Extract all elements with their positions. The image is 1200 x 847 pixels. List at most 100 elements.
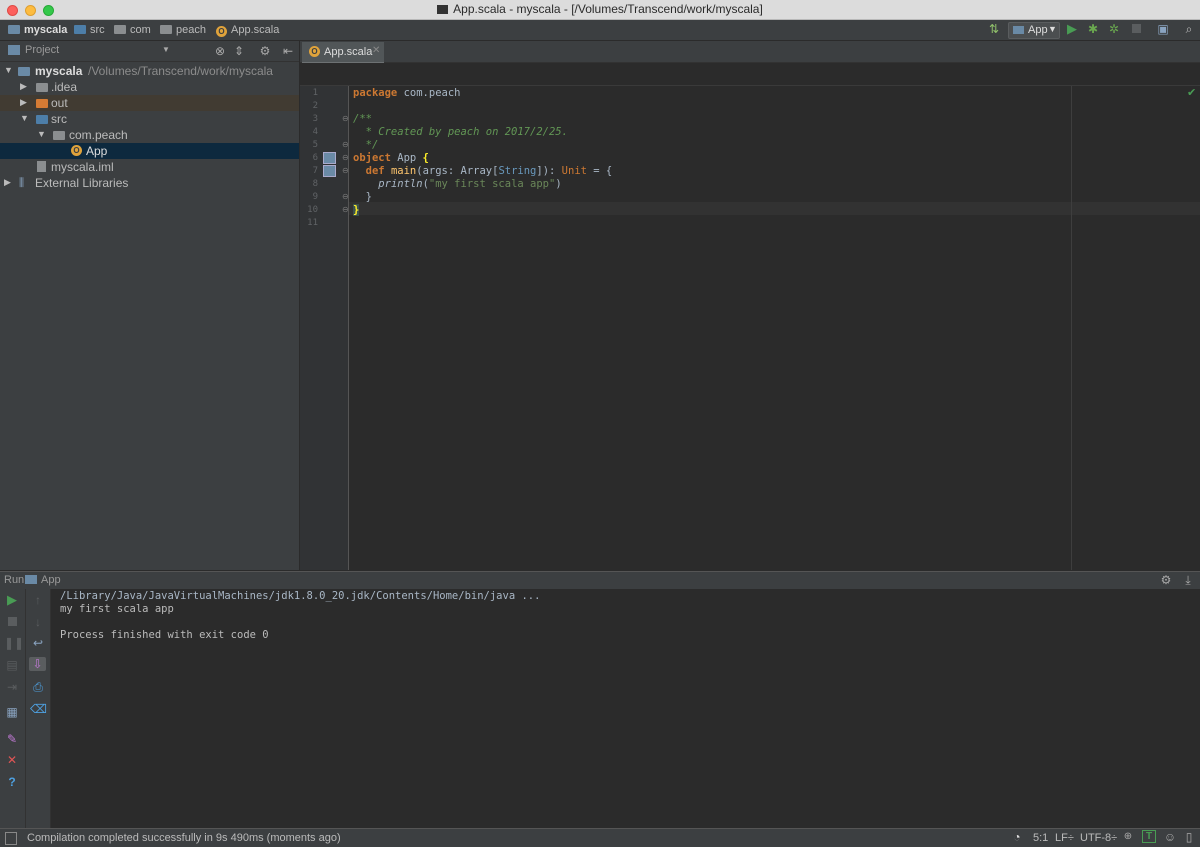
hector-icon[interactable]: ◔: [1009, 830, 1025, 844]
breadcrumb-project[interactable]: myscala: [8, 24, 67, 36]
down-arrow-icon[interactable]: ↓: [30, 615, 46, 629]
soft-wrap-icon[interactable]: ↩: [30, 636, 46, 650]
close-icon[interactable]: ✕: [4, 753, 20, 767]
code-token: com.peach: [397, 87, 461, 99]
print-icon[interactable]: ⎙: [30, 680, 46, 694]
project-structure-icon[interactable]: ▣: [1155, 22, 1171, 36]
line-number: 7: [312, 166, 318, 176]
event-log-icon[interactable]: ▯: [1181, 830, 1197, 844]
stop-icon[interactable]: [1128, 22, 1144, 36]
scroll-to-end-icon[interactable]: ⇩: [29, 657, 46, 671]
search-icon[interactable]: ⌕: [1181, 22, 1197, 36]
pause-icon[interactable]: ❚❚: [4, 636, 24, 650]
help-icon[interactable]: ?: [4, 775, 20, 789]
expand-arrow-icon[interactable]: ▶: [20, 81, 27, 92]
expand-arrow-icon[interactable]: ▶: [4, 177, 11, 188]
terminal-icon[interactable]: T: [1142, 830, 1156, 843]
console-line: /Library/Java/JavaVirtualMachines/jdk1.8…: [60, 590, 541, 602]
folder-icon: [114, 25, 126, 34]
layout-icon[interactable]: ▦: [4, 705, 20, 719]
line-separator[interactable]: LF÷: [1055, 832, 1074, 844]
tree-item-myscala[interactable]: ▼ myscala /Volumes/Transcend/work/myscal…: [0, 63, 299, 79]
tree-item-com-peach[interactable]: ▼ com.peach: [0, 127, 299, 143]
tree-item-idea[interactable]: ▶ .idea: [0, 79, 299, 95]
pin-icon[interactable]: ✎: [4, 732, 20, 746]
line-number: 4: [312, 127, 318, 137]
expand-arrow-icon[interactable]: ▼: [4, 65, 13, 75]
scala-object-icon: O: [309, 46, 320, 57]
build-icon[interactable]: ⇅: [986, 22, 1002, 36]
code-line-3: /**: [353, 113, 372, 125]
run-panel-header: Run App ⚙ ⤓: [0, 571, 1200, 590]
expand-arrow-icon[interactable]: ▶: [20, 97, 27, 108]
fold-icon[interactable]: ⊖: [342, 153, 349, 162]
breadcrumb-src[interactable]: src: [74, 24, 105, 36]
tool-windows-icon[interactable]: [5, 832, 17, 845]
line-number: 2: [312, 101, 318, 111]
run-gutter-icon[interactable]: [323, 152, 336, 164]
run-config-tab[interactable]: App: [41, 574, 61, 586]
fold-icon[interactable]: ⊖: [342, 140, 349, 149]
tree-item-app[interactable]: O App: [0, 143, 299, 159]
fold-icon[interactable]: ⊖: [342, 166, 349, 175]
tree-item-iml[interactable]: myscala.iml: [0, 159, 299, 175]
fold-icon[interactable]: ⊖: [342, 114, 349, 123]
gear-icon[interactable]: ⚙: [257, 44, 273, 58]
tree-item-src[interactable]: ▼ src: [0, 111, 299, 127]
inspection-ok-icon[interactable]: ✔: [1187, 86, 1196, 99]
breadcrumb-peach[interactable]: peach: [160, 24, 206, 36]
app-config-icon: [25, 575, 37, 584]
tab-app-scala[interactable]: O App.scala ✕: [302, 42, 384, 64]
status-message: Compilation completed successfully in 9s…: [27, 832, 341, 844]
run-panel-label[interactable]: Run: [4, 574, 24, 586]
line-number: 6: [312, 153, 318, 163]
breadcrumb-label: myscala: [24, 24, 68, 36]
gear-icon[interactable]: ⚙: [1158, 573, 1174, 587]
caret-position[interactable]: 5:1: [1033, 832, 1048, 844]
run-config-dropdown[interactable]: App ▼: [1008, 22, 1060, 39]
editor-tab-bar: O App.scala ✕: [300, 41, 1200, 64]
library-icon: ⫼: [19, 177, 25, 189]
folder-icon: [160, 25, 172, 34]
code-token: ]):: [536, 165, 562, 177]
file-icon: [37, 161, 46, 172]
close-icon[interactable]: ✕: [372, 45, 380, 56]
exit-icon[interactable]: ⇥: [4, 680, 20, 694]
run-icon[interactable]: ▶: [1064, 22, 1080, 36]
dump-threads-icon[interactable]: ▤: [4, 658, 20, 672]
lock-icon[interactable]: ⊕: [1120, 830, 1136, 844]
folder-icon: [36, 115, 48, 124]
trash-icon[interactable]: ⌫: [30, 702, 47, 716]
line-number: 11: [307, 218, 318, 228]
hide-panel-icon[interactable]: ⇤: [280, 44, 296, 58]
breadcrumb-label: App.scala: [231, 24, 280, 36]
inspector-icon[interactable]: ☺: [1162, 830, 1178, 844]
expand-arrow-icon[interactable]: ▼: [20, 113, 29, 123]
run-console[interactable]: /Library/Java/JavaVirtualMachines/jdk1.8…: [51, 589, 1200, 828]
hide-panel-icon[interactable]: ⤓: [1180, 573, 1196, 587]
tree-item-external-libraries[interactable]: ▶ ⫼ External Libraries: [0, 175, 299, 191]
fold-icon[interactable]: ⊖: [342, 192, 349, 201]
breadcrumb-com[interactable]: com: [114, 24, 151, 36]
debug-icon[interactable]: ✱: [1085, 22, 1101, 36]
code-editor[interactable]: package com.peach /** * Created by peach…: [349, 86, 1200, 570]
scroll-from-source-icon[interactable]: ⊗: [212, 44, 228, 58]
collapse-all-icon[interactable]: ⇕: [231, 44, 247, 58]
stop-icon[interactable]: [4, 615, 20, 629]
file-encoding[interactable]: UTF-8÷: [1080, 832, 1117, 844]
fold-icon[interactable]: ⊖: [342, 205, 349, 214]
expand-arrow-icon[interactable]: ▼: [37, 129, 46, 139]
code-line-9: }: [353, 191, 372, 203]
rerun-icon[interactable]: ▶: [4, 593, 20, 607]
project-panel-title[interactable]: Project: [25, 44, 59, 56]
folder-icon: [36, 83, 48, 92]
up-arrow-icon[interactable]: ↑: [30, 593, 46, 607]
run-gutter-icon[interactable]: [323, 165, 336, 177]
chevron-down-icon[interactable]: ▼: [162, 45, 170, 54]
coverage-icon[interactable]: ✲: [1106, 22, 1122, 36]
breadcrumb-file[interactable]: O App.scala: [216, 24, 279, 37]
tree-item-out[interactable]: ▶ out: [0, 95, 299, 111]
folder-icon: [8, 25, 20, 34]
console-line: my first scala app: [60, 603, 174, 615]
right-margin-guide: [1071, 86, 1072, 570]
